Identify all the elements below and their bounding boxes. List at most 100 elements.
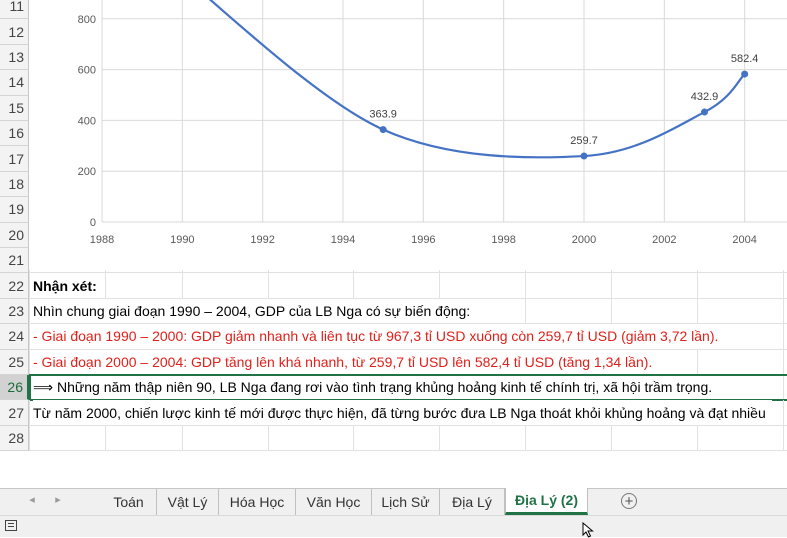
column-gridline xyxy=(611,425,612,451)
y-tick-label: 400 xyxy=(78,115,96,127)
data-label: 363.9 xyxy=(369,109,397,121)
sheet-tab[interactable]: Địa Lý xyxy=(440,489,505,515)
x-tick-label: 1996 xyxy=(411,234,435,246)
column-gridline xyxy=(783,349,784,374)
column-gridline xyxy=(268,273,269,298)
row-header[interactable]: 19 xyxy=(0,197,29,223)
column-gridline xyxy=(783,324,784,349)
y-tick-label: 0 xyxy=(90,217,96,229)
row-header[interactable]: 27 xyxy=(0,400,29,426)
cell-text[interactable]: - Giai đoạn 2000 – 2004: GDP tăng lên kh… xyxy=(33,349,659,374)
cell-text[interactable]: - Giai đoạn 1990 – 2000: GDP giảm nhanh … xyxy=(33,324,725,349)
row-header[interactable]: 14 xyxy=(0,70,29,96)
sheet-tab[interactable]: Toán xyxy=(101,489,157,515)
row-header[interactable]: 23 xyxy=(0,298,29,325)
row-header[interactable]: 26 xyxy=(0,375,29,401)
row-header[interactable]: 18 xyxy=(0,171,29,198)
x-tick-label: 1994 xyxy=(331,234,355,246)
data-point xyxy=(379,126,387,134)
row-header[interactable]: 25 xyxy=(0,349,29,375)
x-tick-label: 1990 xyxy=(170,234,194,246)
sheet-tab[interactable]: Văn Học xyxy=(296,489,372,515)
column-gridline xyxy=(29,425,30,451)
prev-sheet-icon[interactable]: ◂ xyxy=(24,493,40,506)
column-gridline xyxy=(439,425,440,451)
column-gridline xyxy=(105,425,106,451)
column-gridline xyxy=(525,425,526,451)
x-tick-label: 2002 xyxy=(652,234,676,246)
sheet-tab[interactable]: Vật Lý xyxy=(157,489,219,515)
y-tick-label: 200 xyxy=(78,166,96,178)
column-gridline xyxy=(268,425,269,451)
column-gridline xyxy=(29,273,30,298)
column-gridline xyxy=(29,349,30,374)
cell-text[interactable]: Nhận xét: xyxy=(33,273,103,298)
chart-plot: 0 200 400 600 800 1988 1990 1992 1994 1996 1998 200… xyxy=(78,0,787,246)
sheet-row[interactable]: - Giai đoạn 1990 – 2000: GDP giảm nhanh … xyxy=(29,324,787,350)
sheet-row[interactable]: - Giai đoạn 2000 – 2004: GDP tăng lên kh… xyxy=(29,349,787,375)
data-point xyxy=(741,70,749,78)
x-tick-label: 2004 xyxy=(732,234,756,246)
y-tick-label: 600 xyxy=(78,65,96,77)
sheet-tab[interactable]: Hóa Học xyxy=(219,489,296,515)
x-tick-label: 2000 xyxy=(572,234,596,246)
column-gridline xyxy=(439,273,440,298)
data-label: 259.7 xyxy=(570,135,598,147)
row-header[interactable]: 22 xyxy=(0,273,29,299)
sheet-row[interactable]: Từ năm 2000, chiến lược kinh tế mới được… xyxy=(29,400,787,426)
row-header[interactable]: 13 xyxy=(0,44,29,71)
row-header[interactable]: 15 xyxy=(0,95,29,121)
row-header[interactable]: 16 xyxy=(0,121,29,147)
sheet-row[interactable]: Nhìn chung giai đoạn 1990 – 2004, GDP củ… xyxy=(29,298,787,325)
sheet-row[interactable]: ⟹ Những năm thập niên 90, LB Nga đang rơ… xyxy=(29,375,787,401)
cell-text[interactable]: ⟹ Những năm thập niên 90, LB Nga đang rơ… xyxy=(33,375,719,400)
gdp-series-line xyxy=(208,0,746,159)
column-gridline xyxy=(611,273,612,298)
row-header[interactable]: 11 xyxy=(0,0,29,20)
column-gridline xyxy=(182,273,183,298)
column-gridline xyxy=(29,375,30,400)
cell-text[interactable]: Nhìn chung giai đoạn 1990 – 2004, GDP củ… xyxy=(33,298,477,324)
row-header[interactable]: 24 xyxy=(0,324,29,350)
data-label: 582.4 xyxy=(731,53,759,65)
column-gridline xyxy=(783,273,784,298)
gdp-line-chart[interactable]: 0 200 400 600 800 1988 1990 1992 1994 1996 1998 200… xyxy=(29,0,787,270)
next-sheet-icon[interactable]: ▸ xyxy=(50,493,66,506)
column-gridline xyxy=(611,298,612,324)
mouse-cursor-icon xyxy=(582,522,594,538)
cell-text[interactable]: Từ năm 2000, chiến lược kinh tế mới được… xyxy=(33,400,772,425)
column-gridline xyxy=(697,425,698,451)
column-gridline xyxy=(783,425,784,451)
cell-mode-icon xyxy=(5,520,17,531)
column-gridline xyxy=(783,298,784,324)
data-label: 432.9 xyxy=(691,91,719,103)
data-point xyxy=(701,108,708,116)
column-gridline xyxy=(697,349,698,374)
column-gridline xyxy=(525,273,526,298)
row-header[interactable]: 28 xyxy=(0,425,29,452)
sheet-tab[interactable]: Địa Lý (2) xyxy=(505,488,588,515)
column-gridline xyxy=(353,425,354,451)
row-header[interactable]: 12 xyxy=(0,19,29,45)
status-bar xyxy=(0,515,787,537)
sheet-row[interactable] xyxy=(29,425,787,452)
row-header[interactable]: 20 xyxy=(0,222,29,248)
column-gridline xyxy=(525,298,526,324)
sheet-tab[interactable]: Lịch Sử xyxy=(372,489,440,515)
column-gridline xyxy=(29,324,30,349)
sheet-row[interactable]: Nhận xét: xyxy=(29,273,787,299)
column-gridline xyxy=(29,400,30,425)
x-tick-label: 1992 xyxy=(250,234,274,246)
column-gridline xyxy=(105,273,106,298)
x-tick-label: 1988 xyxy=(90,234,114,246)
column-gridline xyxy=(697,273,698,298)
row-header[interactable]: 21 xyxy=(0,248,29,274)
x-tick-label: 1998 xyxy=(491,234,515,246)
y-tick-label: 800 xyxy=(78,14,96,26)
column-gridline xyxy=(353,273,354,298)
row-header[interactable]: 17 xyxy=(0,146,29,172)
column-gridline xyxy=(783,400,784,425)
add-sheet-button[interactable]: + xyxy=(621,493,637,509)
column-gridline xyxy=(29,298,30,324)
sheet-tabs-bar: ◂ ▸ + Toán Vật Lý Hóa Học Văn Học Lịch Sử Địa… xyxy=(0,488,787,515)
